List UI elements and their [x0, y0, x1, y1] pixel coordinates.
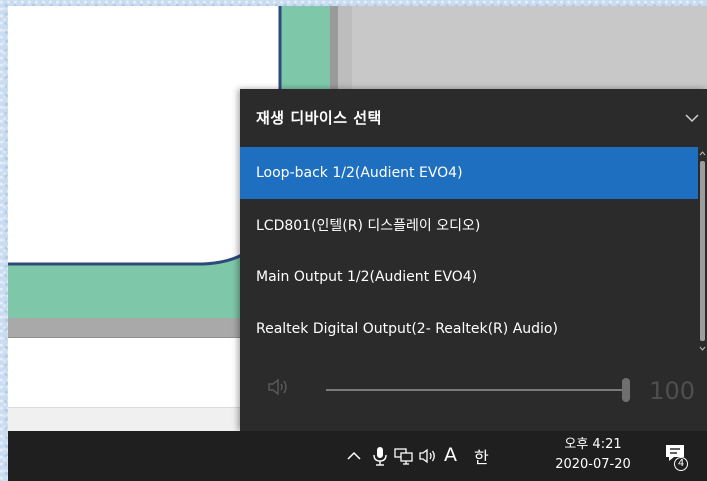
- scrollbar-thumb[interactable]: [700, 161, 705, 341]
- device-label: LCD801(인텔(R) 디스플레이 오디오): [256, 218, 481, 234]
- notification-icon[interactable]: 4: [664, 443, 692, 473]
- device-item-main-output[interactable]: Main Output 1/2(Audient EVO4): [240, 251, 698, 303]
- volume-slider-thumb[interactable]: [622, 378, 630, 402]
- flyout-header: 재생 디바이스 선택: [240, 89, 707, 146]
- device-label: Loop-back 1/2(Audient EVO4): [256, 165, 463, 181]
- device-label: Realtek Digital Output(2- Realtek(R) Aud…: [256, 321, 558, 337]
- playback-device-flyout: 재생 디바이스 선택 Loop-back 1/2(Audient EVO4) L…: [240, 89, 707, 431]
- ime-indicator[interactable]: 한: [474, 444, 489, 468]
- microphone-icon[interactable]: [370, 445, 390, 467]
- volume-slider[interactable]: [326, 378, 630, 402]
- status-area: [8, 408, 240, 431]
- input-mode-indicator[interactable]: A: [444, 444, 457, 466]
- notification-count-badge: 4: [674, 457, 688, 471]
- volume-value: 100: [649, 377, 695, 405]
- device-item-lcd801[interactable]: LCD801(인텔(R) 디스플레이 오디오): [240, 199, 698, 251]
- lower-pane: [8, 338, 240, 408]
- chevron-up-icon[interactable]: [344, 445, 364, 467]
- taskbar-clock[interactable]: 오후 4:21 2020-07-20: [548, 435, 638, 477]
- scroll-up-arrow-icon[interactable]: [699, 150, 706, 157]
- chevron-down-icon[interactable]: [681, 107, 703, 129]
- device-item-realtek-digital[interactable]: Realtek Digital Output(2- Realtek(R) Aud…: [240, 303, 698, 355]
- device-label: Main Output 1/2(Audient EVO4): [256, 269, 478, 285]
- clock-time: 오후 4:21: [564, 437, 622, 452]
- network-icon[interactable]: [394, 445, 414, 467]
- device-list: Loop-back 1/2(Audient EVO4) LCD801(인텔(R)…: [240, 147, 698, 355]
- volume-row: 100: [240, 355, 707, 431]
- flyout-title: 재생 디바이스 선택: [256, 109, 382, 127]
- device-list-scrollbar[interactable]: [698, 147, 707, 355]
- device-item-loopback[interactable]: Loop-back 1/2(Audient EVO4): [240, 147, 698, 199]
- clock-date: 2020-07-20: [555, 457, 631, 472]
- speaker-icon[interactable]: [418, 445, 438, 467]
- taskbar: A 한 오후 4:21 2020-07-20 4: [8, 431, 707, 481]
- volume-slider-fill: [326, 389, 626, 391]
- speaker-icon[interactable]: [266, 375, 292, 399]
- scroll-down-arrow-icon[interactable]: [699, 345, 706, 352]
